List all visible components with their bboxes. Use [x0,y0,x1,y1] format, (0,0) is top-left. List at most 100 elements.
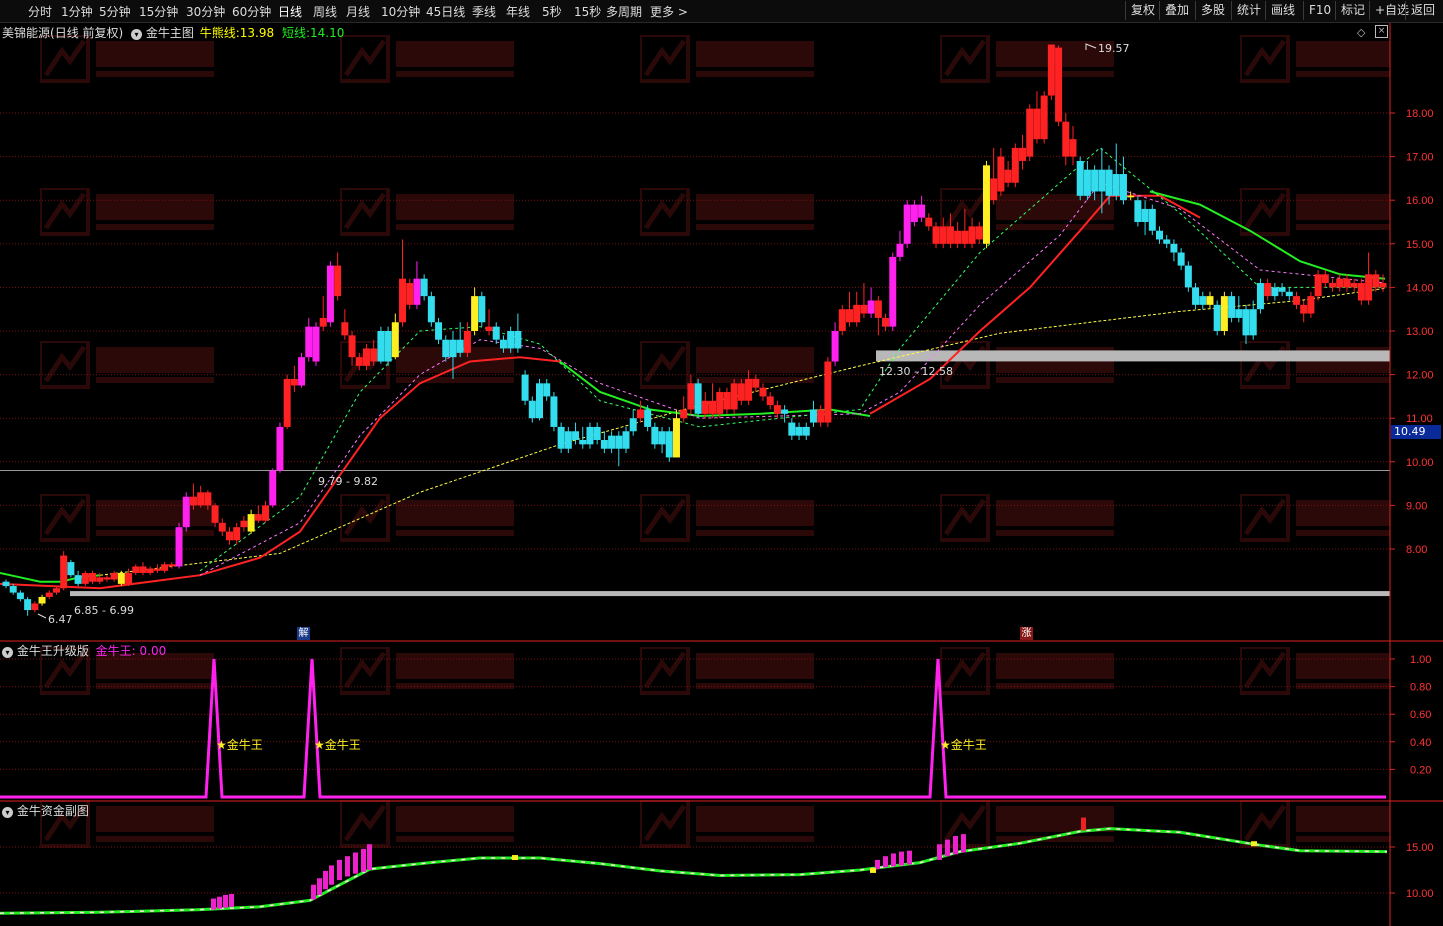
y-tick-label: 16.00 [1406,195,1434,207]
candle-body [89,572,97,582]
candle-body [824,361,832,423]
collapse-icon[interactable]: ▾ [2,647,13,658]
candle-body [1372,274,1380,288]
candle-body [38,596,46,604]
candle-body [1141,208,1149,222]
candle-body [557,426,565,449]
candle-body [665,431,673,458]
candle-body [867,300,875,314]
candle-body [889,256,897,327]
fund-bar [317,878,322,895]
candle-body [240,520,248,528]
collapse-icon[interactable]: ▾ [131,29,143,40]
y-tick-label-sub1: 0.60 [1410,709,1431,721]
candle-body [1336,278,1344,288]
candle-body [752,378,760,388]
candle-body [370,348,378,362]
fund-marker [870,867,876,873]
candle-body [103,577,111,580]
candle-body [1019,147,1027,161]
candle-body [1112,174,1120,196]
candle-body [831,331,839,362]
candle-body [622,431,630,449]
candle-body [860,304,868,314]
candle-body [117,572,125,584]
signal-label-2: ★金牛王 [314,738,361,752]
candle-body [125,572,133,584]
fund-bar [353,852,358,874]
candle-body [1343,278,1351,288]
y-tick-label: 13.00 [1406,326,1434,338]
fund-bar [229,893,234,907]
candle-body [233,527,241,541]
candle-body [954,230,962,244]
candle-body [1047,44,1055,96]
sub1-legend-label: 金牛王: [95,644,136,658]
candle-body [802,426,810,436]
candle-body [1076,160,1084,196]
candle-body [543,383,551,397]
candle-body [817,409,825,423]
candle-body [1357,283,1365,301]
candle-body [1379,283,1387,288]
candle-body [1256,283,1264,310]
fund-marker [1251,841,1257,847]
sub1-legend-value: 0.00 [139,644,167,658]
diamond-icon[interactable]: ◇ [1357,26,1365,39]
candle-body [1170,243,1178,253]
y-tick-label: 8.00 [1406,544,1427,556]
fund-bar [899,851,904,866]
candle-body [1228,296,1236,318]
candle-body [326,265,334,323]
y-tick-label-sub1: 1.00 [1410,654,1431,666]
chart-canvas: 8.00 9.00 10.00 11.00 12.00 13.00 14.00 15.00 16… [0,23,1443,926]
candle-body [788,422,796,436]
candle-body [838,309,846,331]
candle-body [608,435,616,449]
candle-body [1148,208,1156,231]
candle-body [910,204,918,222]
candle-body [312,326,320,362]
candle-body [528,400,536,419]
fund-bar [875,859,880,870]
collapse-icon[interactable]: ▾ [2,807,13,818]
candle-body [1069,139,1077,157]
candle-body [139,566,147,573]
candle-body [1105,169,1113,196]
candle-body [276,426,284,471]
sub2-name: 金牛资金副图 [16,804,89,818]
candle-body [658,431,666,445]
candle-body [925,217,933,227]
candle-body [175,527,183,567]
y-tick-label: 9.00 [1406,500,1427,512]
candle-body [456,339,464,353]
candle-body [636,409,644,419]
fund-bar [361,848,366,872]
candle-body [399,278,407,323]
candle-body [882,317,890,327]
candle-body [1292,296,1300,305]
sub2-header: ▾ 金牛资金副图 [2,802,89,819]
candle-body [1213,304,1221,331]
fund-bar [217,896,222,909]
candle-body [651,426,659,445]
candle-body [225,531,233,541]
candle-body [319,317,327,327]
candle-body [1235,309,1243,318]
marker-zhang[interactable]: 涨 [1020,627,1033,640]
candle-body [1199,296,1207,305]
candle-body [348,335,356,358]
y-tick-label: 14.00 [1406,282,1434,294]
y-tick-label-sub1: 0.20 [1410,764,1431,776]
candle-body [600,440,608,449]
candle-body [1350,283,1358,288]
fund-bar [311,884,316,900]
marker-jie[interactable]: 解 [297,627,310,640]
candle-body [593,426,601,440]
candle-body [615,435,623,449]
y-tick-label-sub2: 10.00 [1406,888,1434,900]
candle-body [305,326,313,358]
candle-body [377,331,385,362]
candle-body [982,165,990,244]
close-icon[interactable]: × [1375,25,1388,38]
